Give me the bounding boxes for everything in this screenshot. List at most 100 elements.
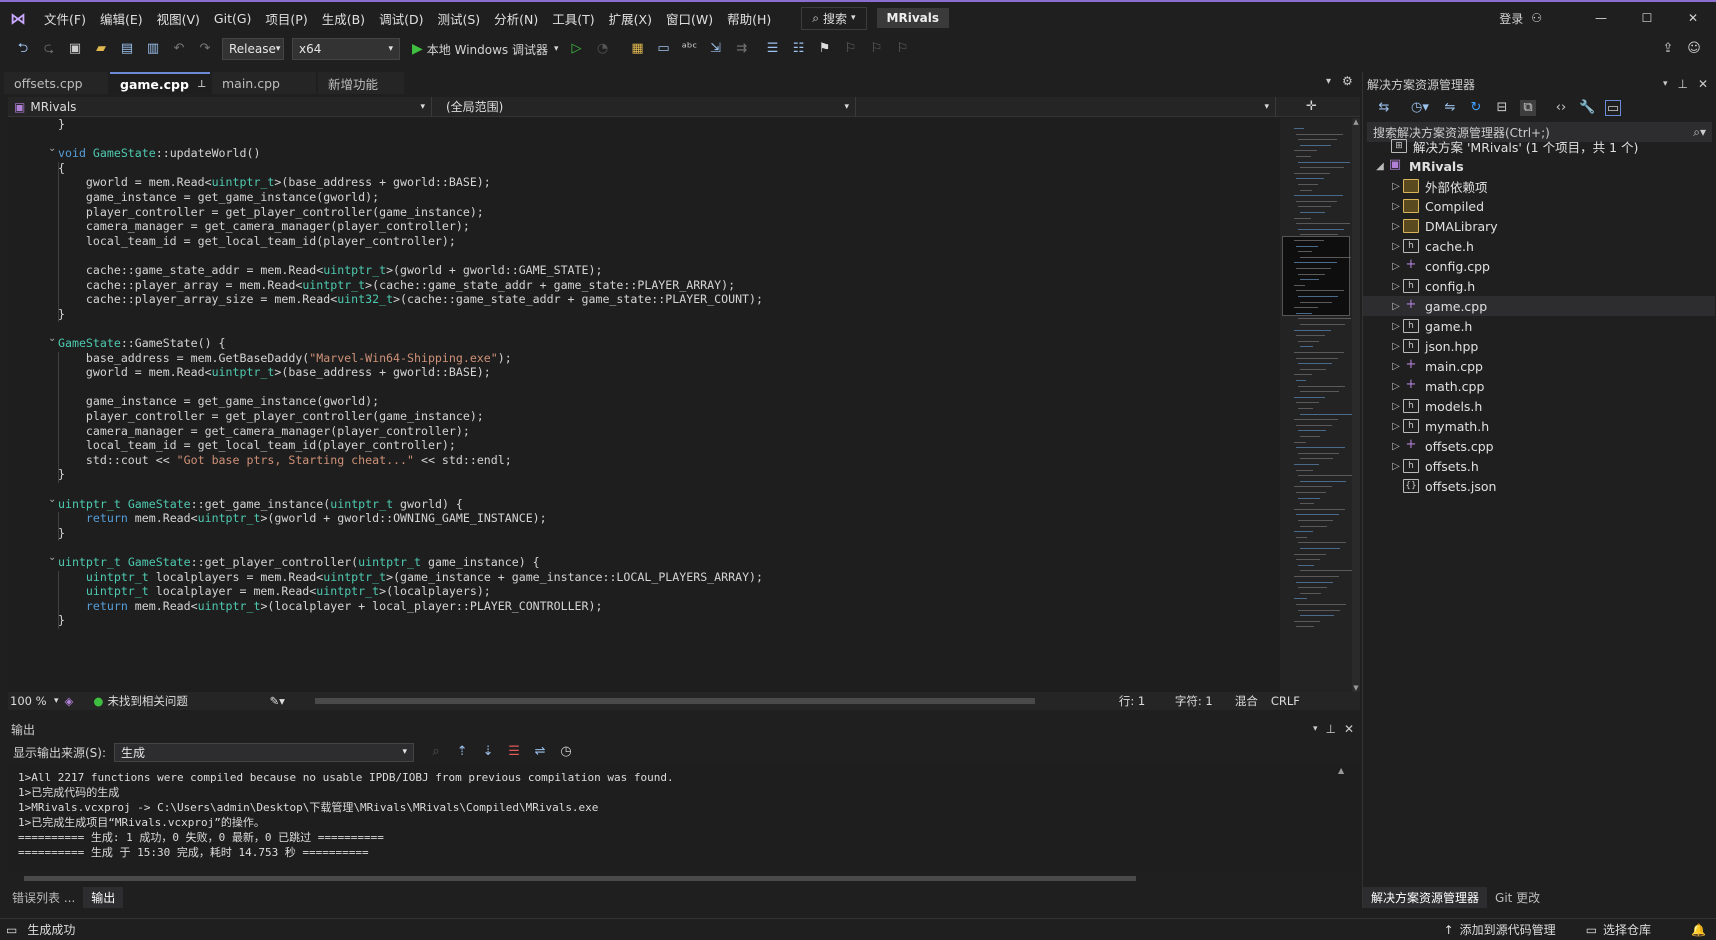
next-message-icon[interactable]: ⇣: [480, 744, 496, 760]
code-line[interactable]: void GameState::updateWorld(): [58, 145, 260, 161]
step-over-icon[interactable]: ⇉: [734, 41, 750, 57]
code-line[interactable]: uintptr_t GameState::get_player_controll…: [58, 554, 540, 570]
view-code-icon[interactable]: ‹›: [1553, 100, 1569, 116]
code-line[interactable]: uintptr_t localplayers = mem.Read<uintpt…: [58, 569, 763, 585]
properties-icon[interactable]: 🔧: [1579, 100, 1595, 116]
menu-item[interactable]: 编辑(E): [100, 9, 143, 28]
close-panel-icon[interactable]: ✕: [1698, 77, 1708, 91]
timestamp-icon[interactable]: ◷: [558, 744, 574, 760]
pin-icon[interactable]: ⊥: [197, 79, 206, 90]
word-wrap-icon[interactable]: ⇌: [532, 744, 548, 760]
output-horizontal-scrollbar[interactable]: [8, 872, 1338, 884]
expanded-icon[interactable]: ◢: [1373, 161, 1387, 172]
tree-item-file[interactable]: ▷ h cache.h: [1363, 236, 1715, 256]
tree-solution-root[interactable]: ⊞ 解决方案 'MRivals' (1 个项目，共 1 个): [1363, 136, 1715, 156]
step-icon[interactable]: ⇲: [708, 41, 724, 57]
code-line[interactable]: std::cout << "Got base ptrs, Starting ch…: [58, 452, 512, 468]
tab-output[interactable]: 输出: [83, 886, 124, 908]
hot-reload-icon[interactable]: ◔: [595, 41, 611, 57]
scroll-down-icon[interactable]: ▼: [1352, 684, 1360, 692]
save-icon[interactable]: ▤: [119, 41, 135, 57]
doc-tab[interactable]: main.cpp: [212, 72, 316, 94]
account-icon[interactable]: ⚇: [1531, 11, 1542, 25]
start-debugging-button[interactable]: ▶ 本地 Windows 调试器 ▾: [412, 41, 559, 58]
expand-icon[interactable]: ▷: [1389, 301, 1403, 312]
save-all-icon[interactable]: ▥: [145, 41, 161, 57]
member-select[interactable]: ▾: [856, 96, 1276, 117]
code-line[interactable]: }: [58, 525, 65, 541]
fold-toggle-icon[interactable]: ⌄: [48, 494, 56, 505]
tree-item-file[interactable]: ▷ + math.cpp: [1363, 376, 1715, 396]
bookmark-icon[interactable]: ⚑: [817, 41, 833, 57]
code-line[interactable]: uintptr_t GameState::get_game_instance(u…: [58, 496, 463, 512]
bookmark-clear-icon[interactable]: ⚐: [895, 41, 911, 57]
code-line[interactable]: }: [58, 466, 65, 482]
platform-select[interactable]: x64 ▾: [292, 38, 400, 60]
browse-icon[interactable]: ▦: [630, 41, 646, 57]
tree-item-file[interactable]: ▷ h offsets.h: [1363, 456, 1715, 476]
tab-git-changes[interactable]: Git 更改: [1487, 887, 1548, 908]
expand-icon[interactable]: ▷: [1389, 261, 1403, 272]
bookmark-next-icon[interactable]: ⚐: [869, 41, 885, 57]
code-line[interactable]: }: [58, 612, 65, 628]
menu-item[interactable]: 帮助(H): [727, 9, 771, 28]
minimize-button[interactable]: —: [1578, 11, 1624, 25]
code-line[interactable]: gworld = mem.Read<uintptr_t>(base_addres…: [58, 364, 491, 380]
expand-icon[interactable]: ▷: [1389, 441, 1403, 452]
project-scope-select[interactable]: ▣ MRivals ▾: [8, 96, 432, 117]
horizontal-scroll-thumb[interactable]: [24, 876, 1136, 881]
tab-solution-explorer[interactable]: 解决方案资源管理器: [1363, 886, 1488, 908]
fold-toggle-icon[interactable]: ⌄: [48, 333, 56, 344]
show-all-files-icon[interactable]: ⧉: [1520, 100, 1536, 116]
expand-icon[interactable]: ▷: [1389, 401, 1403, 412]
doc-tab[interactable]: offsets.cpp: [4, 72, 108, 94]
menu-item[interactable]: 扩展(X): [609, 9, 652, 28]
uncomment-icon[interactable]: ☷: [791, 41, 807, 57]
output-panel[interactable]: 1>All 2217 functions were compiled becau…: [8, 766, 1360, 872]
expand-icon[interactable]: ▷: [1389, 341, 1403, 352]
global-scope-select[interactable]: (全局范围) ▾: [432, 96, 856, 117]
sync-view-icon[interactable]: ⇆: [1376, 100, 1392, 116]
tree-item-file[interactable]: ▷ + game.cpp: [1363, 296, 1715, 316]
spellcheck-icon[interactable]: ᵃᵇᶜ: [682, 41, 698, 57]
indent-mode[interactable]: 混合: [1235, 693, 1271, 709]
editor-vertical-scrollbar[interactable]: ▲ ▼: [1352, 118, 1360, 692]
code-line[interactable]: game_instance = get_game_instance(gworld…: [58, 189, 379, 205]
tree-item-file[interactable]: {} offsets.json: [1363, 476, 1715, 496]
code-editor[interactable]: } void GameState::updateWorld(){ gworld =…: [8, 118, 1280, 692]
column-number[interactable]: 字符: 1: [1175, 693, 1235, 709]
maximize-button[interactable]: ☐: [1624, 11, 1670, 25]
pending-changes-icon[interactable]: ⇋: [1442, 100, 1458, 116]
scroll-up-icon[interactable]: ▲: [1338, 766, 1348, 775]
bookmark-prev-icon[interactable]: ⚐: [843, 41, 859, 57]
menu-item[interactable]: 工具(T): [552, 9, 594, 28]
close-button[interactable]: ✕: [1670, 11, 1716, 25]
code-line[interactable]: return mem.Read<uintptr_t>(localplayer +…: [58, 598, 603, 614]
menu-item[interactable]: 分析(N): [494, 9, 538, 28]
intellicode-icon[interactable]: ◈: [65, 694, 74, 708]
tree-item-file[interactable]: ▷ + offsets.cpp: [1363, 436, 1715, 456]
fold-toggle-icon[interactable]: ⌄: [48, 143, 56, 154]
add-to-source-control[interactable]: 添加到源代码管理: [1460, 921, 1556, 938]
tree-item-file[interactable]: ▷ h game.h: [1363, 316, 1715, 336]
login-link[interactable]: 登录: [1499, 10, 1523, 27]
tree-item-file[interactable]: ▷ h models.h: [1363, 396, 1715, 416]
find-message-icon[interactable]: ⌕: [428, 744, 444, 760]
expand-icon[interactable]: ▷: [1389, 281, 1403, 292]
tree-item-file[interactable]: ▷ h mymath.h: [1363, 416, 1715, 436]
tree-item-file[interactable]: ▷ DMALibrary: [1363, 216, 1715, 236]
code-line[interactable]: cache::player_array = mem.Read<uintptr_t…: [58, 277, 735, 293]
redo-icon[interactable]: ↷: [197, 41, 213, 57]
expand-icon[interactable]: ▷: [1389, 221, 1403, 232]
undo-icon[interactable]: ↶: [171, 41, 187, 57]
live-share-icon[interactable]: ⇪: [1660, 41, 1676, 57]
start-without-debugging-icon[interactable]: ▷: [569, 41, 585, 57]
menu-item[interactable]: Git(G): [214, 11, 252, 26]
code-line[interactable]: player_controller = get_player_controlle…: [58, 408, 484, 424]
line-number[interactable]: 行: 1: [1119, 693, 1175, 709]
code-line[interactable]: }: [58, 118, 65, 132]
zoom-level[interactable]: 100 %: [10, 694, 54, 708]
code-line[interactable]: return mem.Read<uintptr_t>(gworld + gwor…: [58, 510, 547, 526]
line-ending[interactable]: CRLF: [1271, 694, 1311, 708]
new-item-icon[interactable]: ▣: [67, 41, 83, 57]
